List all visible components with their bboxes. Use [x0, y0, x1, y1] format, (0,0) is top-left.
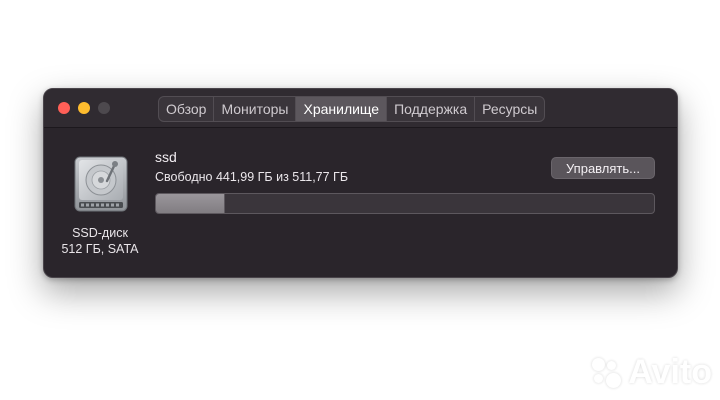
tab-overview[interactable]: Обзор [159, 97, 215, 121]
volume-name: ssd [155, 149, 177, 165]
title-bar: Обзор Мониторы Хранилище Поддержка Ресур… [44, 89, 677, 128]
storage-usage-bar [155, 193, 655, 214]
avito-watermark-text: Avito [628, 353, 712, 391]
disk-name: SSD-диск [72, 226, 128, 240]
avito-watermark: Avito [592, 353, 712, 392]
zoom-window-button[interactable] [98, 102, 110, 114]
close-window-button[interactable] [58, 102, 70, 114]
tab-displays[interactable]: Мониторы [214, 97, 297, 121]
tab-resources[interactable]: Ресурсы [475, 97, 544, 121]
about-this-mac-window: Обзор Мониторы Хранилище Поддержка Ресур… [43, 88, 678, 278]
disk-capacity-info: 512 ГБ, SATA [61, 242, 139, 256]
storage-used-segment [156, 194, 225, 213]
minimize-window-button[interactable] [78, 102, 90, 114]
free-space-text: Свободно 441,99 ГБ из 511,77 ГБ [155, 170, 349, 184]
manage-button[interactable]: Управлять... [551, 157, 655, 179]
tab-support[interactable]: Поддержка [387, 97, 476, 121]
tab-bar: Обзор Мониторы Хранилище Поддержка Ресур… [158, 96, 546, 122]
tab-storage[interactable]: Хранилище [296, 97, 388, 121]
hard-drive-icon [74, 156, 128, 212]
avito-logo-icon [592, 357, 622, 388]
